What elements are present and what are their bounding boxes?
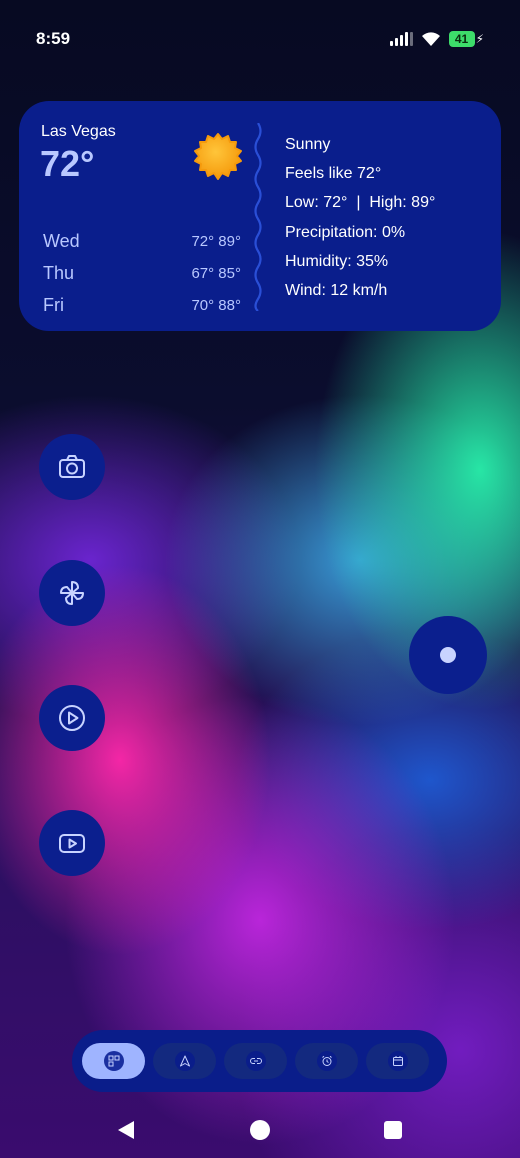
floating-assistive-button[interactable]: [409, 616, 487, 694]
camera-icon: [59, 455, 85, 478]
weather-widget[interactable]: Las Vegas 72° Wed 72° 89° Thu 67° 85° Fr…: [19, 101, 501, 331]
dock: [72, 1030, 447, 1092]
back-icon[interactable]: [116, 1120, 136, 1140]
status-bar: 8:59 41 ⚡: [36, 26, 484, 52]
forecast-range: 72° 89°: [191, 232, 241, 250]
signal-icon: [389, 32, 413, 46]
weather-low-high: Low: 72° | High: 89°: [285, 194, 436, 212]
forecast-range: 67° 85°: [191, 264, 241, 282]
forecast-row: Thu 67° 85°: [43, 257, 241, 289]
status-time: 8:59: [36, 29, 71, 48]
status-icons: 41 ⚡: [389, 31, 484, 47]
pinwheel-shortcut-button[interactable]: [39, 560, 105, 626]
pinwheel-icon: [60, 581, 84, 605]
weather-current-temp: 72°: [40, 143, 95, 184]
forecast-range: 70° 88°: [191, 296, 241, 314]
weather-forecast: Wed 72° 89° Thu 67° 85° Fri 70° 88°: [43, 225, 241, 321]
navigation-icon: [174, 1051, 195, 1071]
recents-icon[interactable]: [384, 1121, 402, 1139]
play-shortcut-button[interactable]: [39, 685, 105, 751]
youtube-shortcut-button[interactable]: [39, 810, 105, 876]
navigation-bar: [0, 1112, 520, 1148]
dock-item-navigation[interactable]: [153, 1043, 216, 1079]
sun-icon: [194, 133, 242, 180]
weather-feels-like: Feels like 72°: [285, 165, 382, 183]
play-circle-icon: [59, 705, 85, 731]
weather-precipitation: Precipitation: 0%: [285, 223, 406, 241]
forecast-day: Thu: [43, 262, 75, 283]
battery-level: 41: [448, 31, 475, 47]
link-icon: [245, 1051, 266, 1071]
forecast-day: Fri: [43, 294, 64, 315]
alarm-icon: [316, 1051, 337, 1071]
charging-bolt-icon: ⚡: [475, 32, 484, 46]
weather-wind: Wind: 12 km/h: [285, 281, 388, 299]
dock-item-calendar[interactable]: [366, 1043, 429, 1079]
home-icon[interactable]: [250, 1120, 270, 1140]
forecast-row: Wed 72° 89°: [43, 225, 241, 257]
weather-condition: Sunny: [285, 136, 331, 153]
wifi-icon: [421, 32, 440, 46]
calendar-icon: [387, 1051, 408, 1071]
dock-item-widgets[interactable]: [82, 1043, 145, 1079]
battery-charging-icon: 41 ⚡: [448, 31, 484, 47]
weather-humidity: Humidity: 35%: [285, 252, 389, 270]
forecast-row: Fri 70° 88°: [43, 289, 241, 321]
youtube-icon: [59, 834, 85, 853]
wavy-divider: [254, 123, 262, 311]
dock-item-alarm[interactable]: [295, 1043, 358, 1079]
weather-city: Las Vegas: [41, 123, 116, 140]
camera-shortcut-button[interactable]: [39, 434, 105, 500]
assistive-dot-icon: [440, 647, 456, 663]
dock-item-link[interactable]: [224, 1043, 287, 1079]
widgets-icon: [103, 1051, 124, 1071]
forecast-day: Wed: [43, 230, 80, 251]
weather-details: Sunny Feels like 72° Low: 72° | High: 89…: [285, 133, 435, 308]
